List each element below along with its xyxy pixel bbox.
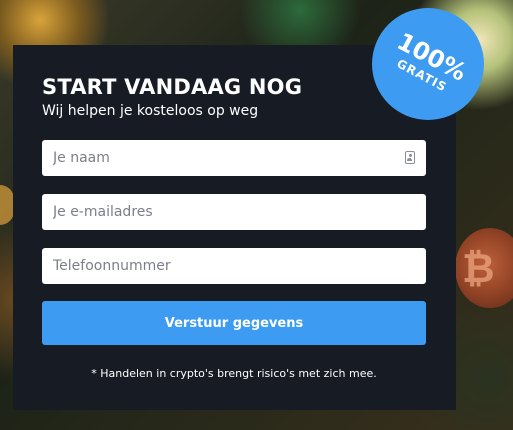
coin-background-left: [0, 185, 14, 225]
free-badge: 100% GRATIS: [372, 8, 484, 120]
page: ₿ START VANDAAG NOG Wij helpen je kostel…: [0, 0, 513, 430]
submit-button[interactable]: Verstuur gegevens: [42, 301, 426, 345]
form-title: START VANDAAG NOG: [42, 75, 303, 99]
name-input[interactable]: [42, 140, 426, 176]
bitcoin-icon: ₿: [462, 246, 495, 292]
form-subtitle: Wij helpen je kosteloos op weg: [42, 103, 259, 119]
email-input[interactable]: [42, 194, 426, 230]
contact-card-icon: [405, 151, 415, 164]
risk-disclaimer: * Handelen in crypto's brengt risico's m…: [91, 367, 377, 380]
phone-input[interactable]: [42, 248, 426, 284]
